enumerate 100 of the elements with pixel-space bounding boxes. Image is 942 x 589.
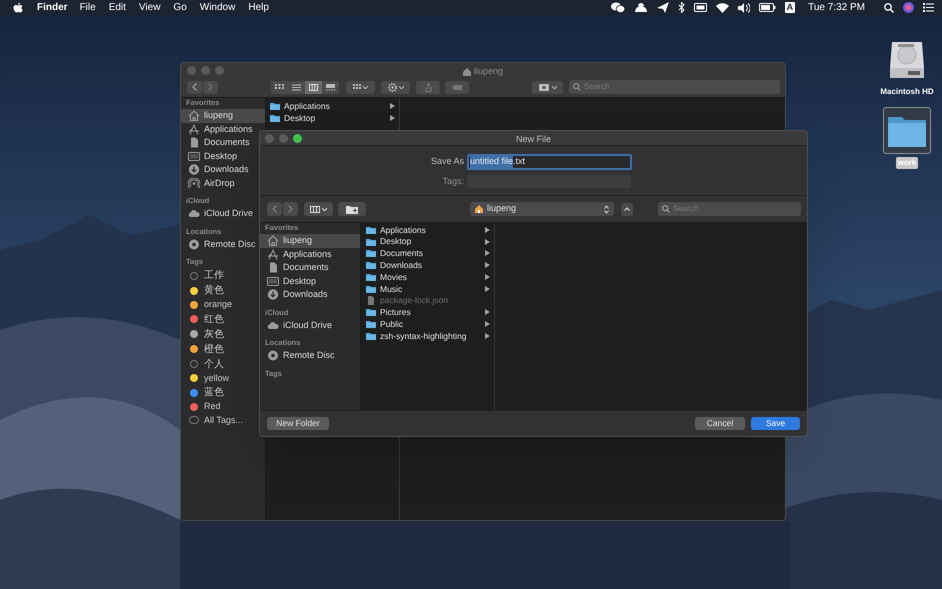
input-source-badge[interactable]: A <box>784 2 796 13</box>
sidebar-item[interactable]: All Tags... <box>181 414 265 427</box>
sidebar-item[interactable]: yellow <box>181 372 265 385</box>
file-row[interactable]: Pictures <box>361 306 494 318</box>
folder-icon <box>366 238 376 246</box>
new-folder-icon-button[interactable] <box>338 202 366 216</box>
keyboard-icon[interactable] <box>694 3 707 12</box>
forward-button[interactable] <box>283 202 298 216</box>
view-button[interactable] <box>271 80 288 94</box>
columns-view-icon <box>309 84 318 90</box>
file-row[interactable]: Movies <box>361 271 494 283</box>
sidebar-item[interactable]: Applications <box>181 122 265 136</box>
sidebar-item[interactable]: Desktop <box>260 274 360 288</box>
apps-icon <box>188 124 200 135</box>
action-button[interactable] <box>381 80 410 94</box>
cloud-icon <box>267 320 279 331</box>
menu-item[interactable]: Window <box>200 0 236 15</box>
search-icon <box>573 83 581 91</box>
hard-drive-drawing <box>888 40 926 80</box>
paper-plane-icon[interactable] <box>656 2 669 13</box>
sidebar-item[interactable]: 蓝色 <box>181 385 265 400</box>
gallery-view-icon <box>326 84 335 90</box>
bluetooth-icon[interactable] <box>678 2 685 13</box>
file-row[interactable]: Applications <box>266 100 399 112</box>
save-button[interactable]: Save <box>751 417 800 430</box>
sidebar-item[interactable]: Downloads <box>260 288 360 302</box>
filename-field[interactable]: untitled file.txt <box>467 154 632 170</box>
chat-icon[interactable] <box>610 2 625 13</box>
tag-ring-icon <box>190 272 198 280</box>
field-label: Save As <box>430 155 465 168</box>
file-row: package-lock.json <box>361 294 494 307</box>
cloud-icon <box>188 208 200 220</box>
file-row[interactable]: Public <box>361 318 494 330</box>
cloud-icon[interactable] <box>634 2 648 13</box>
download-icon <box>188 164 200 176</box>
volume-icon[interactable] <box>738 2 750 12</box>
menu-item[interactable]: Help <box>248 0 269 15</box>
view-button[interactable] <box>305 80 322 94</box>
group-icon <box>353 84 361 90</box>
new-folder-icon <box>346 204 358 214</box>
collapse-icon <box>624 207 630 211</box>
list-icon[interactable] <box>923 3 934 12</box>
folder-icon <box>366 249 376 258</box>
folder-icon <box>366 273 376 282</box>
stepper-icon <box>604 204 609 214</box>
forward-icon <box>208 83 213 91</box>
menu-item[interactable]: Go <box>173 0 187 15</box>
new-folder-button[interactable]: New Folder <box>267 417 329 430</box>
view-button[interactable] <box>288 80 305 94</box>
back-icon <box>192 83 197 91</box>
back-icon <box>272 205 277 213</box>
folder-icon <box>270 102 280 110</box>
collapse-button[interactable] <box>621 202 633 216</box>
sidebar-item[interactable]: liupeng <box>181 109 265 122</box>
file-row[interactable]: Applications <box>361 224 494 236</box>
apps-icon <box>267 248 279 260</box>
wifi-icon[interactable] <box>716 2 729 12</box>
menu-clock[interactable]: Tue 7:32 PM <box>808 0 865 15</box>
field-label: Tags: <box>441 175 465 188</box>
desktop-icon-label[interactable]: Macintosh HD <box>878 86 936 98</box>
menu-item[interactable]: File <box>80 0 96 15</box>
sidebar-item[interactable]: Documents <box>260 261 360 274</box>
file-row[interactable]: zsh-syntax-highlighting <box>361 330 494 342</box>
home-icon <box>475 205 483 213</box>
back-button[interactable] <box>187 80 202 94</box>
caret-icon <box>398 86 404 88</box>
home-icon <box>188 110 200 122</box>
file-row[interactable]: Desktop <box>266 112 399 124</box>
drive-icon <box>538 83 548 91</box>
tag-button[interactable] <box>445 80 469 94</box>
share-button[interactable] <box>416 80 440 94</box>
window-title: liupeng <box>474 65 504 78</box>
file-row[interactable]: Music <box>361 282 494 295</box>
search-icon[interactable] <box>884 2 894 12</box>
view-button[interactable] <box>322 80 339 94</box>
sidebar-item[interactable]: Red <box>181 400 265 414</box>
disc-icon <box>188 238 200 250</box>
group-button[interactable] <box>346 80 375 94</box>
monitor-icon <box>188 150 200 162</box>
drive-button[interactable] <box>532 80 563 94</box>
desktop-icon[interactable] <box>883 107 931 154</box>
download-icon <box>267 289 279 300</box>
caret-icon <box>552 86 556 88</box>
menu-item[interactable]: View <box>138 0 160 15</box>
search-icon <box>662 205 670 213</box>
sidebar-item[interactable]: liupeng <box>260 234 360 248</box>
siri-icon[interactable] <box>903 2 914 13</box>
sidebar-item[interactable]: Applications <box>260 248 360 261</box>
gear-icon <box>388 82 396 92</box>
cancel-button[interactable]: Cancel <box>695 417 745 430</box>
menu-item[interactable]: Edit <box>108 0 126 15</box>
file-row[interactable]: Documents <box>361 248 494 260</box>
location-popup[interactable]: liupeng <box>470 202 614 216</box>
file-row[interactable]: Desktop <box>361 236 494 248</box>
back-button[interactable] <box>267 202 282 216</box>
view-button[interactable] <box>304 202 333 216</box>
app-menu[interactable]: Finder <box>37 0 68 15</box>
file-row[interactable]: Downloads <box>361 259 494 272</box>
battery-icon[interactable] <box>758 3 776 12</box>
forward-button[interactable] <box>203 80 218 94</box>
